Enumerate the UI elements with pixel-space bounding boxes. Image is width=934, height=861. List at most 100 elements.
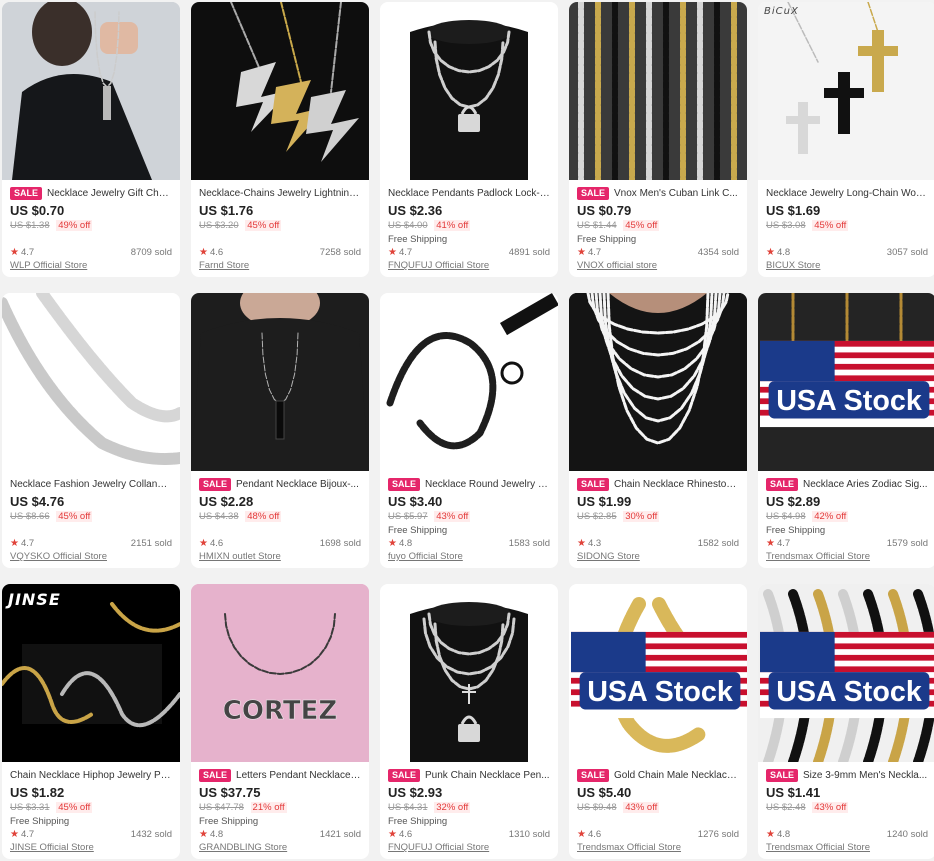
product-card[interactable]: Necklace Fashion Jewelry Collana ... US …: [2, 293, 180, 568]
product-image[interactable]: USA Stock: [758, 584, 934, 762]
product-card[interactable]: JINSE Chain Necklace Hiphop Jewelry Pu..…: [2, 584, 180, 859]
sold-count: 1310 sold: [508, 828, 550, 840]
sold-count: 8709 sold: [130, 246, 172, 258]
store-link[interactable]: VQYSKO Official Store: [10, 551, 107, 562]
product-image[interactable]: [380, 584, 558, 762]
product-title[interactable]: Letters Pendant Necklace-...: [236, 770, 361, 781]
rating: ★ 4.8: [199, 829, 223, 840]
sale-badge: SALE: [388, 477, 421, 491]
rating: ★ 4.7: [10, 538, 34, 549]
product-card[interactable]: SALE Punk Chain Necklace Pen... US $2.93…: [380, 584, 558, 859]
product-card[interactable]: SALE Vnox Men's Cuban Link C... US $0.79…: [569, 2, 747, 277]
product-card[interactable]: USA Stock SALE Necklace Aries Zodiac Sig…: [758, 293, 934, 568]
product-card[interactable]: CORTEZ SALE Letters Pendant Necklace-...…: [191, 584, 369, 859]
discount-label: 45% off: [56, 511, 93, 522]
product-title[interactable]: Necklace Fashion Jewelry Collana ...: [10, 479, 172, 490]
product-title[interactable]: Vnox Men's Cuban Link C...: [614, 188, 738, 199]
product-image[interactable]: JINSE: [2, 584, 180, 762]
store-link[interactable]: VNOX official store: [577, 260, 657, 271]
usa-stock-badge: USA Stock: [760, 340, 934, 428]
store-link[interactable]: Farnd Store: [199, 260, 249, 271]
product-card[interactable]: SALE Chain Necklace Rhineston... US $1.9…: [569, 293, 747, 568]
product-image[interactable]: CORTEZ: [191, 584, 369, 762]
product-image[interactable]: [380, 293, 558, 471]
sold-count: 3057 sold: [886, 246, 928, 258]
store-link[interactable]: JINSE Official Store: [10, 842, 94, 853]
product-card[interactable]: Necklace Pendants Padlock Lock-C... US $…: [380, 2, 558, 277]
store-link[interactable]: FNQUFUJ Official Store: [388, 842, 489, 853]
sold-count: 1276 sold: [697, 828, 739, 840]
product-card[interactable]: SALE Necklace Jewelry Gift Chai... US $0…: [2, 2, 180, 277]
rating: ★ 4.8: [766, 829, 790, 840]
sold-count: 1579 sold: [886, 537, 928, 549]
original-price: US $4.38: [199, 511, 239, 522]
product-price: US $3.40: [388, 494, 443, 509]
rating-value: 4.8: [209, 828, 224, 840]
product-card[interactable]: Necklace-Chains Jewelry Lightning ... US…: [191, 2, 369, 277]
star-icon: ★: [199, 828, 208, 840]
product-image[interactable]: [380, 2, 558, 180]
store-link[interactable]: Trendsmax Official Store: [577, 842, 681, 853]
rating-value: 4.7: [587, 246, 602, 258]
discount-label: 45% off: [812, 220, 849, 231]
star-icon: ★: [577, 537, 586, 549]
original-price: US $3.20: [199, 220, 239, 231]
product-title[interactable]: Necklace Round Jewelry Li...: [425, 479, 550, 490]
product-title[interactable]: Necklace Jewelry Long-Chain Wom...: [766, 188, 928, 199]
brand-logo: BiCuX: [764, 6, 799, 17]
rating-value: 4.8: [776, 246, 791, 258]
product-image[interactable]: [569, 293, 747, 471]
product-card[interactable]: USA Stock SALE Size 3-9mm Men's Neckla..…: [758, 584, 934, 859]
sold-count: 1421 sold: [319, 828, 361, 840]
product-image[interactable]: USA Stock: [758, 293, 934, 471]
product-title[interactable]: Necklace Pendants Padlock Lock-C...: [388, 188, 550, 199]
store-link[interactable]: fuyo Official Store: [388, 551, 463, 562]
original-price: US $9.48: [577, 802, 617, 813]
store-link[interactable]: FNQUFUJ Official Store: [388, 260, 489, 271]
rating-value: 4.3: [587, 537, 602, 549]
product-title[interactable]: Pendant Necklace Bijoux-...: [236, 479, 359, 490]
sold-count: 2151 sold: [130, 537, 172, 549]
product-image[interactable]: BiCuX: [758, 2, 934, 180]
product-title[interactable]: Chain Necklace Hiphop Jewelry Pu...: [10, 770, 172, 781]
original-price: US $1.44: [577, 220, 617, 231]
discount-label: 21% off: [250, 802, 287, 813]
store-link[interactable]: BICUX Store: [766, 260, 820, 271]
svg-text:USA Stock: USA Stock: [776, 385, 922, 417]
product-card[interactable]: SALE Necklace Round Jewelry Li... US $3.…: [380, 293, 558, 568]
product-card[interactable]: SALE Pendant Necklace Bijoux-... US $2.2…: [191, 293, 369, 568]
product-card[interactable]: BiCuX Necklace Jewelry Long-Chain Wom...…: [758, 2, 934, 277]
product-image[interactable]: [569, 2, 747, 180]
store-link[interactable]: Trendsmax Official Store: [766, 842, 870, 853]
original-price: US $2.48: [766, 802, 806, 813]
original-price: US $8.66: [10, 511, 50, 522]
shipping-label: Free Shipping: [10, 816, 70, 827]
rating: ★ 4.3: [577, 538, 601, 549]
product-title[interactable]: Necklace Aries Zodiac Sig...: [803, 479, 928, 490]
store-link[interactable]: Trendsmax Official Store: [766, 551, 870, 562]
product-image[interactable]: [2, 2, 180, 180]
star-icon: ★: [766, 828, 775, 840]
usa-stock-badge: USA Stock: [571, 631, 747, 719]
sale-badge: SALE: [388, 768, 421, 782]
product-title[interactable]: Chain Necklace Rhineston...: [614, 479, 739, 490]
product-image[interactable]: [2, 293, 180, 471]
store-link[interactable]: SIDONG Store: [577, 551, 640, 562]
product-title[interactable]: Necklace Jewelry Gift Chai...: [47, 188, 172, 199]
product-title[interactable]: Size 3-9mm Men's Neckla...: [803, 770, 927, 781]
store-link[interactable]: HMIXN outlet Store: [199, 551, 281, 562]
store-link[interactable]: WLP Official Store: [10, 260, 87, 271]
product-card[interactable]: USA Stock SALE Gold Chain Male Necklace.…: [569, 584, 747, 859]
rating: ★ 4.6: [577, 829, 601, 840]
svg-text:CORTEZ: CORTEZ: [223, 696, 337, 726]
product-title[interactable]: Punk Chain Necklace Pen...: [425, 770, 550, 781]
product-image[interactable]: USA Stock: [569, 584, 747, 762]
product-image[interactable]: [191, 293, 369, 471]
product-image[interactable]: [191, 2, 369, 180]
discount-label: 32% off: [434, 802, 471, 813]
product-title[interactable]: Necklace-Chains Jewelry Lightning ...: [199, 188, 361, 199]
rating-value: 4.7: [20, 537, 35, 549]
star-icon: ★: [10, 246, 19, 258]
product-title[interactable]: Gold Chain Male Necklace...: [614, 770, 739, 781]
store-link[interactable]: GRANDBLING Store: [199, 842, 287, 853]
